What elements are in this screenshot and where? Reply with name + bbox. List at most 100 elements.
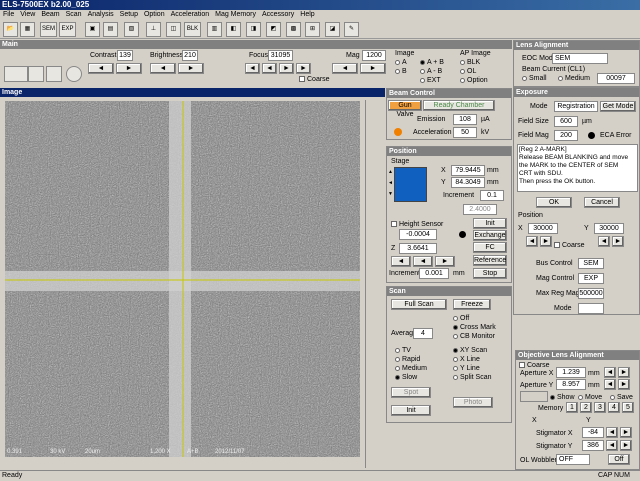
x-line-radio[interactable]: X Line xyxy=(453,355,480,364)
tool-icon[interactable]: ✎ xyxy=(344,22,359,37)
brightness-value[interactable]: 210 xyxy=(182,50,198,61)
small-radio[interactable]: Small xyxy=(522,74,547,83)
focus-button[interactable]: ◄ xyxy=(262,63,277,74)
tool-icon[interactable]: ◫ xyxy=(166,22,181,37)
z-value[interactable]: 3.6641 xyxy=(399,243,437,254)
pos-y-down-button[interactable]: ► xyxy=(612,236,624,247)
stigmator-y-right-button[interactable]: ► xyxy=(620,440,632,451)
aperture-x-value[interactable]: 1.239 xyxy=(556,367,586,378)
save-radio[interactable]: Save xyxy=(610,393,633,402)
scan-init-button[interactable]: Init xyxy=(391,405,431,416)
tv-radio[interactable]: TV xyxy=(395,346,411,355)
stigmator-y-left-button[interactable]: ◄ xyxy=(606,440,618,451)
brightness-up-button[interactable]: ► xyxy=(178,63,204,74)
vertical-scrollbar[interactable] xyxy=(365,100,383,468)
y-line-radio[interactable]: Y Line xyxy=(453,364,480,373)
mag-up-button[interactable]: ► xyxy=(360,63,386,74)
init-button[interactable]: Init xyxy=(473,218,507,229)
memory-button[interactable]: 1 xyxy=(566,402,578,413)
ruler-icon[interactable] xyxy=(4,66,28,82)
contrast-down-button[interactable]: ◄ xyxy=(88,63,114,74)
show-radio[interactable]: Show xyxy=(550,393,575,402)
contrast-up-button[interactable]: ► xyxy=(116,63,142,74)
medium-radio[interactable]: Medium xyxy=(558,74,590,83)
increment-select[interactable]: 0.1 xyxy=(480,190,504,201)
cancel-button[interactable]: Cancel xyxy=(584,197,620,208)
pos-y-up-button[interactable]: ◄ xyxy=(598,236,610,247)
increment2-select[interactable]: 0.001 xyxy=(419,268,449,279)
angle-icon[interactable] xyxy=(28,66,44,82)
menu-item[interactable]: Scan xyxy=(66,11,82,18)
coarse-checkbox[interactable]: Coarse xyxy=(299,75,330,84)
aperture-y-right-button[interactable]: ► xyxy=(618,379,630,390)
menu-item[interactable]: File xyxy=(3,11,14,18)
split-scan-radio[interactable]: Split Scan xyxy=(453,373,492,382)
memory-button[interactable]: 4 xyxy=(608,402,620,413)
ol-wobbler-select[interactable]: OFF xyxy=(556,454,590,465)
fc-button[interactable]: FC xyxy=(473,242,507,253)
menu-item[interactable]: Analysis xyxy=(88,11,114,18)
accel-value[interactable]: 50 xyxy=(453,127,477,138)
ap-ol-radio[interactable]: OL xyxy=(460,67,476,76)
height-sensor-checkbox[interactable]: Height Sensor xyxy=(391,220,443,229)
tool-icon[interactable]: ◩ xyxy=(266,22,281,37)
exchange-button[interactable]: Exchange xyxy=(473,230,507,241)
tool-icon[interactable]: ◨ xyxy=(246,22,261,37)
menu-item[interactable]: Setup xyxy=(120,11,138,18)
focus-value[interactable]: 31095 xyxy=(268,50,293,61)
off-radio[interactable]: Off xyxy=(453,314,469,323)
z-right-button[interactable]: ► xyxy=(435,256,455,267)
tool-icon[interactable]: ▧ xyxy=(124,22,139,37)
freeze-button[interactable]: Freeze xyxy=(453,299,491,310)
ap-blk-radio[interactable]: BLK xyxy=(460,58,480,67)
lines-icon[interactable] xyxy=(46,66,62,82)
reference-button[interactable]: Reference xyxy=(473,255,507,266)
open-icon[interactable]: 📂 xyxy=(3,22,18,37)
focus-button[interactable]: ◄ xyxy=(245,63,260,74)
move-radio[interactable]: Move xyxy=(578,393,602,402)
full-scan-button[interactable]: Full Scan xyxy=(391,299,447,310)
stigmator-y-value[interactable]: 386 xyxy=(582,440,604,451)
mag-value[interactable]: 1200 xyxy=(362,50,386,61)
wobbler-off-button[interactable]: Off xyxy=(608,454,630,465)
slow-radio[interactable]: Slow xyxy=(395,373,417,382)
stigmator-x-right-button[interactable]: ► xyxy=(620,427,632,438)
memory-button[interactable]: 2 xyxy=(580,402,592,413)
exposure-coarse-checkbox[interactable]: Coarse xyxy=(554,241,585,250)
sem-button[interactable]: SEM xyxy=(40,22,57,37)
image-amb-radio[interactable]: A - B xyxy=(420,67,442,76)
cross-mark-radio[interactable]: Cross Mark xyxy=(453,323,496,332)
x-value[interactable]: 79.9445 xyxy=(451,165,485,176)
memory-button[interactable]: 3 xyxy=(594,402,606,413)
gun-valve-button[interactable]: Gun Valve xyxy=(388,100,422,118)
stage-map[interactable] xyxy=(394,167,427,202)
medium-radio[interactable]: Medium xyxy=(395,364,427,373)
menu-item[interactable]: Accessory xyxy=(262,11,294,18)
xy-scan-radio[interactable]: XY Scan xyxy=(453,346,487,355)
memory-button[interactable]: 5 xyxy=(622,402,634,413)
stigmator-x-value[interactable]: -84 xyxy=(582,427,604,438)
pos-x-left-button[interactable]: ◄ xyxy=(526,236,538,247)
menu-item[interactable]: View xyxy=(20,11,35,18)
pos-x-right-button[interactable]: ► xyxy=(540,236,552,247)
tool-icon[interactable]: ▥ xyxy=(207,22,222,37)
tool-icon[interactable]: ⊥ xyxy=(146,22,161,37)
menu-item[interactable]: Option xyxy=(144,11,165,18)
tool-icon[interactable]: ▣ xyxy=(85,22,100,37)
menu-item[interactable]: Beam xyxy=(41,11,59,18)
save-icon[interactable]: ▦ xyxy=(20,22,35,37)
rapid-radio[interactable]: Rapid xyxy=(395,355,420,364)
color-icon[interactable] xyxy=(66,66,82,82)
tool-icon[interactable]: ▩ xyxy=(286,22,301,37)
eoc-mode-select[interactable]: SEM xyxy=(552,53,608,64)
brightness-down-button[interactable]: ◄ xyxy=(150,63,176,74)
menu-item[interactable]: Mag Memory xyxy=(215,11,256,18)
ap-option-radio[interactable]: Option xyxy=(460,76,488,85)
pos-x-value[interactable]: 30000 xyxy=(528,223,558,234)
contrast-value[interactable]: 139 xyxy=(117,50,133,61)
pos-y-value[interactable]: 30000 xyxy=(594,223,624,234)
exp-button[interactable]: EXP xyxy=(59,22,76,37)
get-mode-button[interactable]: Get Mode xyxy=(600,101,636,112)
image-b-radio[interactable]: B xyxy=(395,67,407,76)
z-left-button[interactable]: ◄ xyxy=(413,256,433,267)
